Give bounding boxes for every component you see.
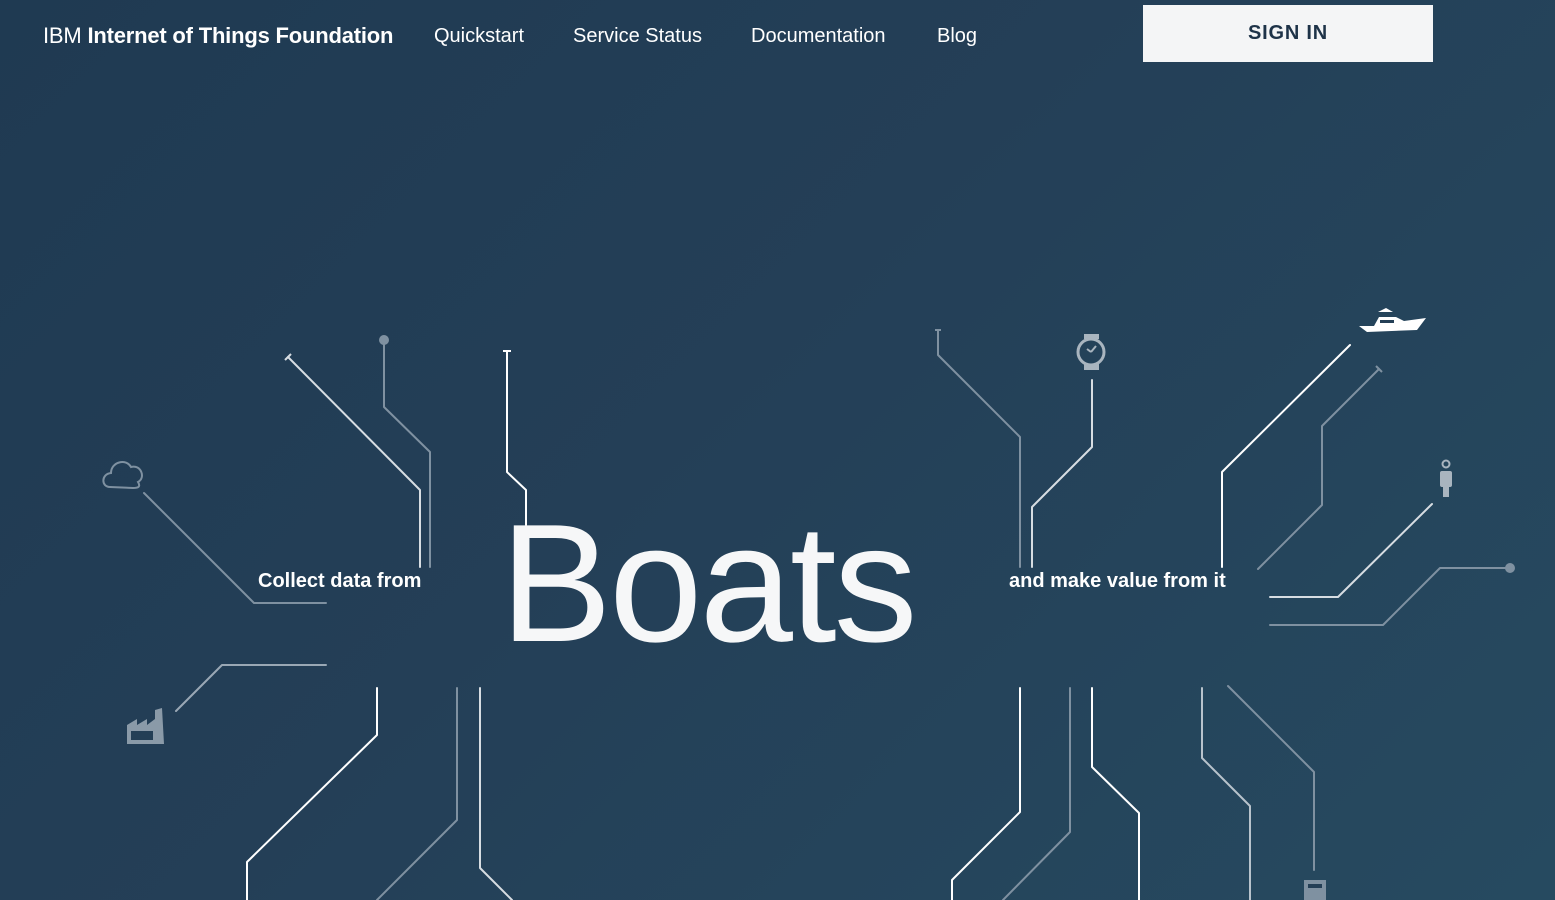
nav-link-quickstart[interactable]: Quickstart — [434, 22, 524, 50]
circuit-line — [1269, 503, 1433, 598]
nav-link-blog[interactable]: Blog — [937, 22, 977, 50]
circuit-line — [287, 356, 421, 568]
circuit-line — [1091, 687, 1140, 900]
nav-link-documentation[interactable]: Documentation — [751, 22, 886, 50]
circuit-line — [1031, 379, 1093, 568]
nav-link-service-status[interactable]: Service Status — [573, 22, 702, 50]
circuit-node — [379, 335, 389, 345]
person-icon — [1440, 459, 1452, 497]
circuit-line — [376, 687, 458, 900]
hero-lead-text: Collect data from — [258, 570, 422, 592]
watch-icon — [1076, 334, 1106, 370]
circuit-node — [1505, 563, 1515, 573]
circuit-line — [1221, 344, 1351, 568]
circuit-line — [246, 687, 378, 900]
circuit-line — [1201, 687, 1251, 900]
circuit-line — [951, 687, 1021, 900]
cloud-icon — [102, 461, 143, 490]
circuit-line — [1002, 687, 1071, 900]
circuit-line — [479, 687, 513, 900]
brand-name: Internet of Things Foundation — [87, 23, 394, 48]
top-navigation-bar: IBM Internet of Things Foundation Quicks… — [0, 0, 1555, 70]
device-icon — [1304, 880, 1326, 900]
circuit-lines-graphic — [102, 308, 1515, 900]
sign-in-button[interactable]: SIGN IN — [1143, 5, 1433, 62]
brand-logo[interactable]: IBM Internet of Things Foundation — [43, 22, 393, 50]
circuit-line — [175, 664, 327, 712]
hero-highlight-word: Boats — [500, 489, 918, 677]
circuit-line — [1257, 368, 1380, 570]
hero-trail-text: and make value from it — [1009, 570, 1226, 592]
boat-icon — [1359, 308, 1426, 332]
circuit-line — [1227, 685, 1315, 871]
factory-icon — [127, 708, 164, 744]
circuit-line — [383, 339, 431, 568]
brand-prefix: IBM — [43, 23, 82, 48]
circuit-line — [937, 329, 1021, 568]
